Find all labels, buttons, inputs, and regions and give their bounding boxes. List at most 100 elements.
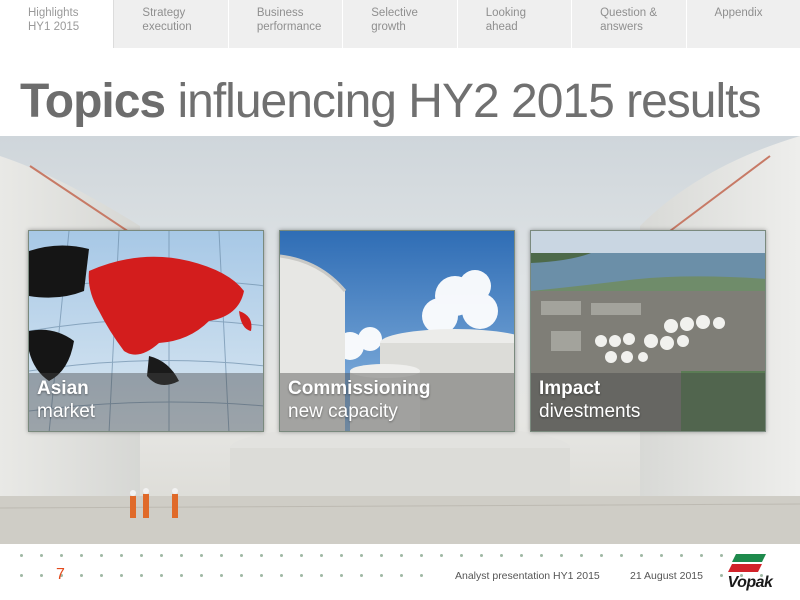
slide-title-rest: influencing HY2 2015 results — [165, 75, 761, 128]
divider-dot — [400, 574, 403, 577]
tile-label: Commissioning new capacity — [280, 373, 514, 431]
nav-tab-label: Highlights — [28, 7, 79, 19]
divider-dot — [20, 574, 23, 577]
divider-dot — [380, 574, 383, 577]
nav-tab-label: Question & — [600, 7, 658, 19]
divider-dot — [620, 554, 623, 557]
divider-dot — [520, 554, 523, 557]
vopak-logo-text: Vopak — [727, 574, 773, 591]
divider-dot — [580, 554, 583, 557]
tile-title: Impact — [539, 378, 601, 399]
nav-tab-growth[interactable]: Selective growth — [343, 0, 458, 48]
divider-dot — [280, 574, 283, 577]
divider-dot — [200, 554, 203, 557]
divider-dot — [180, 574, 183, 577]
divider-dot — [300, 574, 303, 577]
nav-tab-label: performance — [256, 21, 322, 33]
slide-title: Topics influencing HY2 2015 results — [20, 72, 762, 132]
page-number: 7 — [56, 566, 65, 583]
divider-dot — [100, 574, 103, 577]
vopak-logo: Vopak — [722, 552, 778, 592]
divider-dot — [240, 574, 243, 577]
divider-dot — [560, 554, 563, 557]
nav-tab-label: Appendix — [714, 7, 763, 19]
divider-dot — [640, 554, 643, 557]
nav-tab-label: HY1 2015 — [28, 21, 80, 33]
divider-dot — [220, 574, 223, 577]
nav-tab-label: ahead — [485, 21, 518, 33]
tile-title: Asian — [37, 378, 89, 399]
divider-dot — [20, 554, 23, 557]
nav-tab-business[interactable]: Business performance — [229, 0, 344, 48]
divider-dot — [420, 574, 423, 577]
tile-label: Asian market — [29, 373, 263, 431]
nav-tab-highlights[interactable]: Highlights HY1 2015 — [0, 0, 115, 48]
slide-title-bold: Topics — [20, 75, 166, 128]
divider-dot — [600, 554, 603, 557]
tile-subtitle: new capacity — [288, 401, 398, 422]
divider-dot — [500, 554, 503, 557]
divider-dot — [80, 574, 83, 577]
divider-dot — [240, 554, 243, 557]
divider-dot — [480, 554, 483, 557]
divider-dot — [120, 554, 123, 557]
nav-tab-label: Looking — [485, 7, 526, 19]
nav-tab-label: Business — [256, 7, 304, 19]
nav-tab-label: Selective — [371, 7, 418, 19]
footer: 7 Analyst presentation HY1 2015 21 Augus… — [0, 544, 800, 600]
divider-dot — [140, 554, 143, 557]
nav-tab-label: Strategy — [142, 7, 186, 19]
presentation-title: Analyst presentation HY1 2015 — [455, 570, 600, 582]
nav-tab-label: answers — [600, 21, 643, 33]
nav-tab-label: growth — [371, 21, 406, 33]
nav-tab-strategy[interactable]: Strategy execution — [114, 0, 229, 48]
tile-subtitle: market — [37, 401, 96, 422]
nav-tab-label: execution — [142, 21, 192, 33]
divider-dot — [680, 554, 683, 557]
vopak-logo-mark — [728, 554, 766, 572]
divider-dot — [700, 554, 703, 557]
divider-dot — [300, 554, 303, 557]
tile-label: Impact divestments — [531, 373, 765, 431]
divider-dot — [540, 554, 543, 557]
topic-tile-asian-market[interactable]: Asian market — [28, 230, 264, 432]
divider-dot — [80, 554, 83, 557]
divider-dot — [60, 554, 63, 557]
nav-tab-appendix[interactable]: Appendix — [687, 0, 800, 48]
divider-dot — [100, 554, 103, 557]
divider-dot — [320, 554, 323, 557]
nav-tab-questions[interactable]: Question & answers — [572, 0, 687, 48]
divider-dot — [360, 554, 363, 557]
divider-dot — [340, 554, 343, 557]
topic-tile-new-capacity[interactable]: Commissioning new capacity — [279, 230, 515, 432]
divider-dot — [200, 574, 203, 577]
divider-dot — [40, 574, 43, 577]
nav-tab-looking-ahead[interactable]: Looking ahead — [458, 0, 573, 48]
divider-dot — [260, 554, 263, 557]
divider-dot — [180, 554, 183, 557]
top-navigation: Highlights HY1 2015 Strategy execution B… — [0, 0, 800, 48]
divider-dot — [220, 554, 223, 557]
divider-dot — [420, 554, 423, 557]
divider-dot — [260, 574, 263, 577]
divider-dot — [460, 554, 463, 557]
divider-dot — [40, 554, 43, 557]
dot-divider — [0, 554, 800, 558]
divider-dot — [340, 574, 343, 577]
divider-dot — [160, 554, 163, 557]
background-photo: Asian market Commissioning new capacity … — [0, 136, 800, 544]
divider-dot — [160, 574, 163, 577]
divider-dot — [140, 574, 143, 577]
divider-dot — [360, 574, 363, 577]
tile-title: Commissioning — [288, 378, 431, 399]
presentation-date: 21 August 2015 — [630, 570, 703, 582]
divider-dot — [320, 574, 323, 577]
divider-dot — [380, 554, 383, 557]
divider-dot — [440, 554, 443, 557]
divider-dot — [400, 554, 403, 557]
divider-dot — [660, 554, 663, 557]
divider-dot — [280, 554, 283, 557]
divider-dot — [120, 574, 123, 577]
topic-tile-divestments[interactable]: Impact divestments — [530, 230, 766, 432]
tile-subtitle: divestments — [539, 401, 641, 422]
